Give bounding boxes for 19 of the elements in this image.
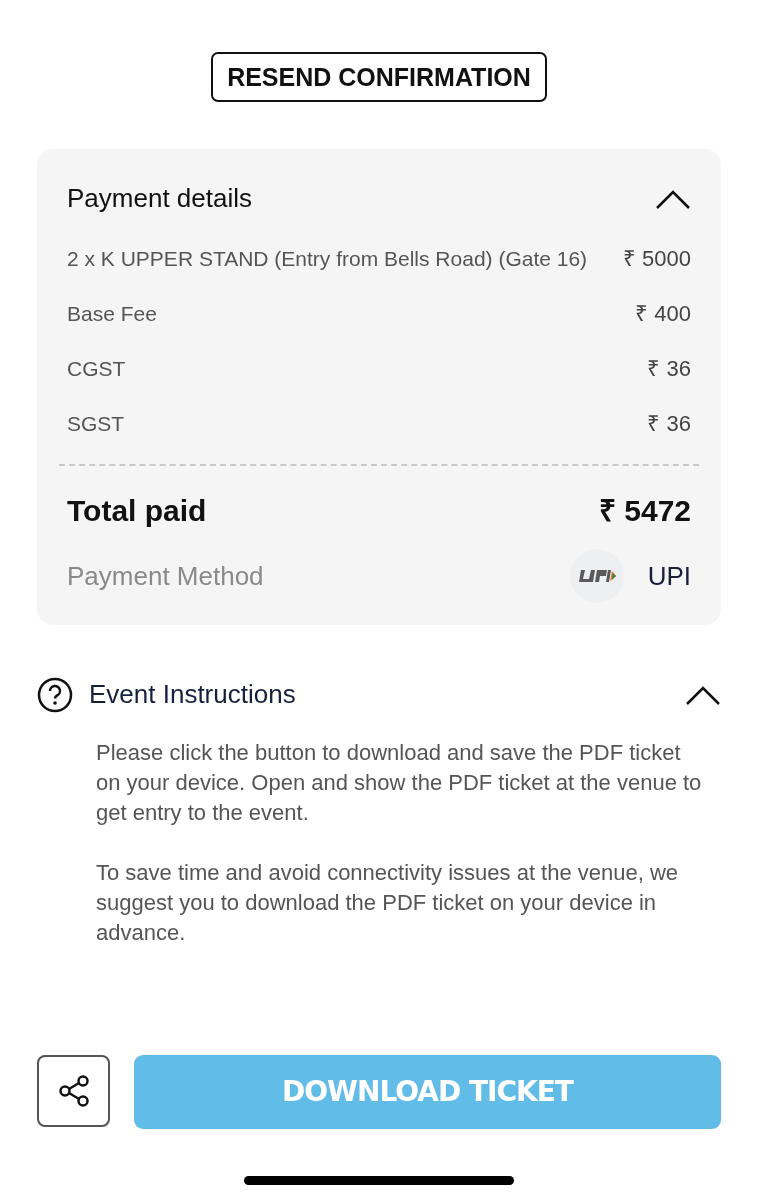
total-label: Total paid bbox=[67, 493, 207, 529]
help-icon bbox=[37, 676, 73, 713]
share-button[interactable] bbox=[37, 1055, 110, 1127]
resend-confirmation-button[interactable]: RESEND CONFIRMATION bbox=[211, 52, 547, 102]
item-amount: ₹ 36 bbox=[647, 355, 691, 383]
item-amount: ₹ 5000 bbox=[622, 245, 691, 273]
item-amount: ₹ 400 bbox=[635, 300, 691, 328]
item-label: CGST bbox=[67, 355, 126, 382]
section-title: Event Instructions bbox=[89, 678, 296, 711]
payment-method-value: UPI bbox=[647, 559, 691, 593]
payment-method-label: Payment Method bbox=[67, 559, 264, 593]
instruction-text: To save time and avoid connectivity issues at the venue, we suggest you to download the PDF ticket on your device in advance. bbox=[96, 859, 680, 947]
total-amount: ₹ 5472 bbox=[598, 493, 691, 529]
section-title: Payment details bbox=[67, 182, 252, 215]
item-label: SGST bbox=[67, 410, 125, 437]
item-label: Base Fee bbox=[67, 300, 157, 327]
item-amount: ₹ 36 bbox=[647, 410, 691, 438]
item-label: 2 x K UPPER STAND (Entry from Bells Road) (Gate 16) bbox=[67, 245, 588, 272]
instruction-text: Please click the button to download and save the PDF ticket on your device. Open and show the PDF ticket at the venue to get entry to the event. bbox=[96, 739, 703, 827]
